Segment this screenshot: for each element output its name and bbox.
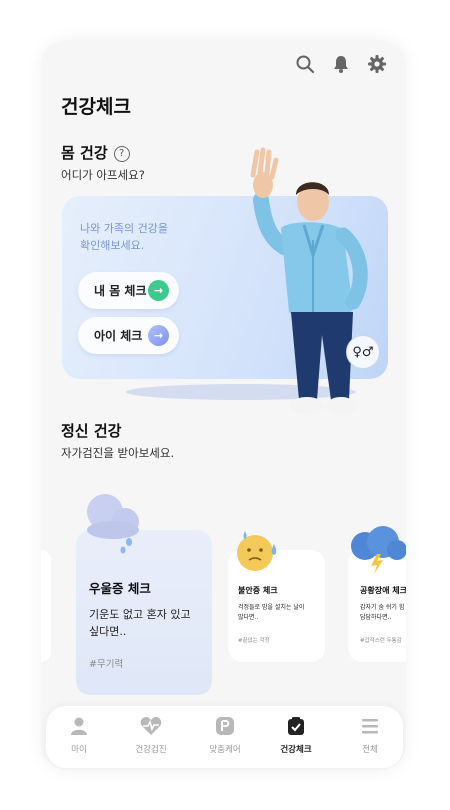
- anxiety-check-desc: 걱정들로 밤을 설치는 날이 많다면..: [238, 603, 304, 623]
- tab-label-custom-care: 맞춤케어: [209, 745, 241, 755]
- bottom-tab-bar: 마이 건강검진 맞춤케어 건강체크 전체: [46, 706, 403, 768]
- storm-cloud-icon: [351, 526, 406, 574]
- heart-pulse-icon: [140, 717, 162, 735]
- worried-face-icon: [237, 531, 277, 571]
- bell-icon[interactable]: [330, 53, 352, 75]
- panic-check-desc: 갑자기 숨 쉬기 힘 답답하다면..: [360, 603, 404, 623]
- mental-card-partial[interactable]: [41, 550, 51, 662]
- tab-my[interactable]: 마이: [49, 716, 109, 755]
- tab-health-checkup[interactable]: 건강검진: [121, 716, 181, 755]
- panic-check-title: 공황장애 체크: [360, 586, 406, 595]
- tab-label-health-check: 건강체크: [280, 745, 312, 755]
- gender-toggle-button[interactable]: ♀♂: [346, 335, 380, 369]
- mental-health-title: 정신 건강: [61, 422, 122, 440]
- clipboard-check-icon: [288, 717, 304, 735]
- anxiety-check-title: 불안증 체크: [238, 586, 278, 595]
- body-health-title-text: 몸 건강: [61, 144, 108, 162]
- tab-label-my: 마이: [71, 745, 87, 755]
- page-title: 건강체크: [61, 96, 131, 118]
- panic-desc-line2: 답답하다면..: [360, 614, 392, 621]
- phone-screen: 건강체크 몸 건강? 어디가 아프세요? 나와 가족의 건강을 확인해보세요. …: [41, 40, 406, 770]
- anxiety-desc-line2: 많다면..: [238, 614, 259, 621]
- anxiety-check-tag: #끝없는 걱정: [238, 638, 270, 644]
- search-icon[interactable]: [294, 53, 316, 75]
- gear-icon[interactable]: [366, 53, 388, 75]
- top-actions: [294, 53, 388, 75]
- menu-icon: [362, 719, 378, 734]
- body-health-title: 몸 건강?: [61, 142, 130, 163]
- tab-label-all: 전체: [362, 745, 378, 755]
- depression-check-title: 우울증 체크: [89, 581, 151, 596]
- depression-check-desc: 기운도 없고 혼자 있고 싶다면..: [89, 606, 191, 640]
- mental-health-subtitle: 자가검진을 받아보세요.: [61, 446, 175, 460]
- anxiety-desc-line1: 걱정들로 밤을 설치는 날이: [238, 604, 305, 611]
- tab-all[interactable]: 전체: [340, 716, 400, 755]
- depression-check-tag: #무기력: [89, 659, 124, 670]
- person-icon: [71, 717, 87, 735]
- panic-check-tag: #갑작스런 두통감: [360, 638, 402, 644]
- tab-health-check[interactable]: 건강체크: [266, 716, 326, 755]
- tab-custom-care[interactable]: 맞춤케어: [195, 716, 255, 755]
- care-icon: [216, 717, 234, 735]
- depression-desc-line2: 싶다면..: [89, 625, 127, 638]
- tab-label-health-checkup: 건강검진: [135, 745, 167, 755]
- character-illustration: [126, 147, 368, 415]
- panic-desc-line1: 갑자기 숨 쉬기 힘: [360, 604, 405, 611]
- depression-desc-line1: 기운도 없고 혼자 있고: [89, 608, 191, 621]
- rain-cloud-icon: [87, 494, 139, 554]
